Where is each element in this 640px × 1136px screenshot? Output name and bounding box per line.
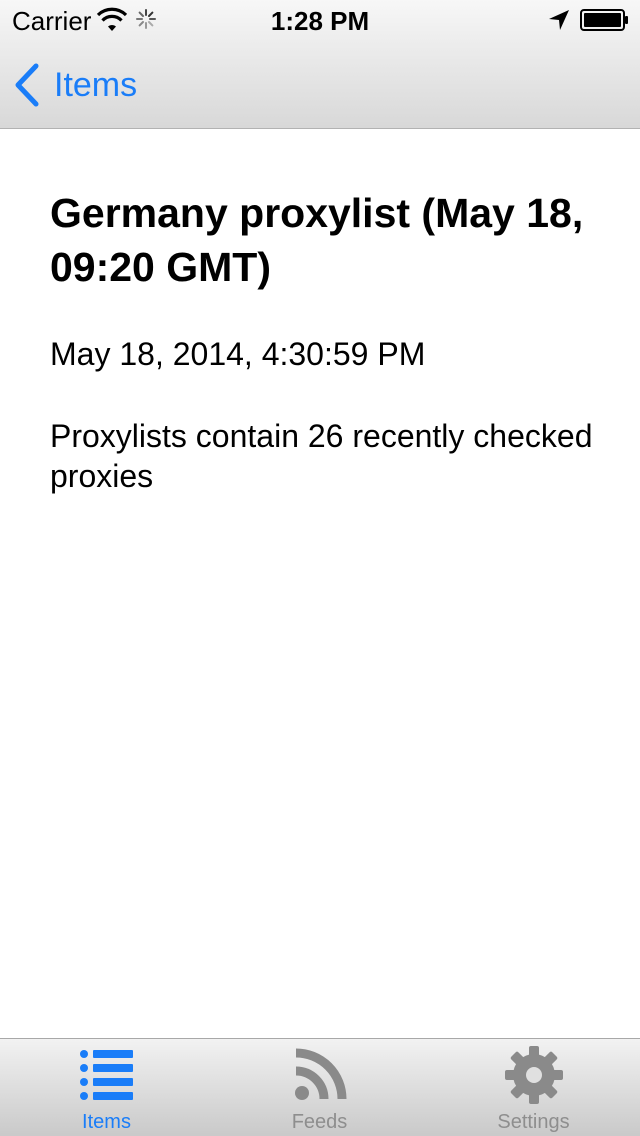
- tab-settings[interactable]: Settings: [427, 1039, 640, 1136]
- tab-bar: Items Feeds Settings: [0, 1038, 640, 1136]
- item-date: May 18, 2014, 4:30:59 PM: [50, 336, 426, 372]
- status-bar: Carrier 1:28 PM: [0, 0, 640, 40]
- screen: Carrier 1:28 PM Items Germany proxylist …: [0, 0, 640, 1136]
- status-time: 1:28 PM: [270, 6, 370, 36]
- battery-icon: [580, 9, 628, 31]
- tab-feeds-label: Feeds: [291, 1111, 348, 1133]
- item-description: Proxylists contain 26 recently checked p…: [50, 418, 593, 494]
- location-arrow-icon: [549, 10, 569, 30]
- list-icon: [79, 1050, 133, 1100]
- back-button[interactable]: Items: [12, 60, 137, 110]
- navigation-bar: Items: [0, 40, 640, 128]
- chevron-left-icon: [15, 63, 39, 107]
- item-title: Germany proxylist (May 18, 09:20 GMT): [50, 190, 584, 290]
- rss-icon: [294, 1048, 346, 1100]
- tab-settings-label: Settings: [497, 1111, 570, 1133]
- item-detail: Germany proxylist (May 18, 09:20 GMT) Ma…: [50, 186, 610, 496]
- back-button-label: Items: [54, 65, 138, 104]
- tab-items-label: Items: [82, 1111, 131, 1133]
- gear-icon: [504, 1046, 563, 1104]
- top-chrome: Carrier 1:28 PM Items: [0, 0, 640, 129]
- tab-items[interactable]: Items: [0, 1039, 213, 1136]
- tab-feeds[interactable]: Feeds: [213, 1039, 426, 1136]
